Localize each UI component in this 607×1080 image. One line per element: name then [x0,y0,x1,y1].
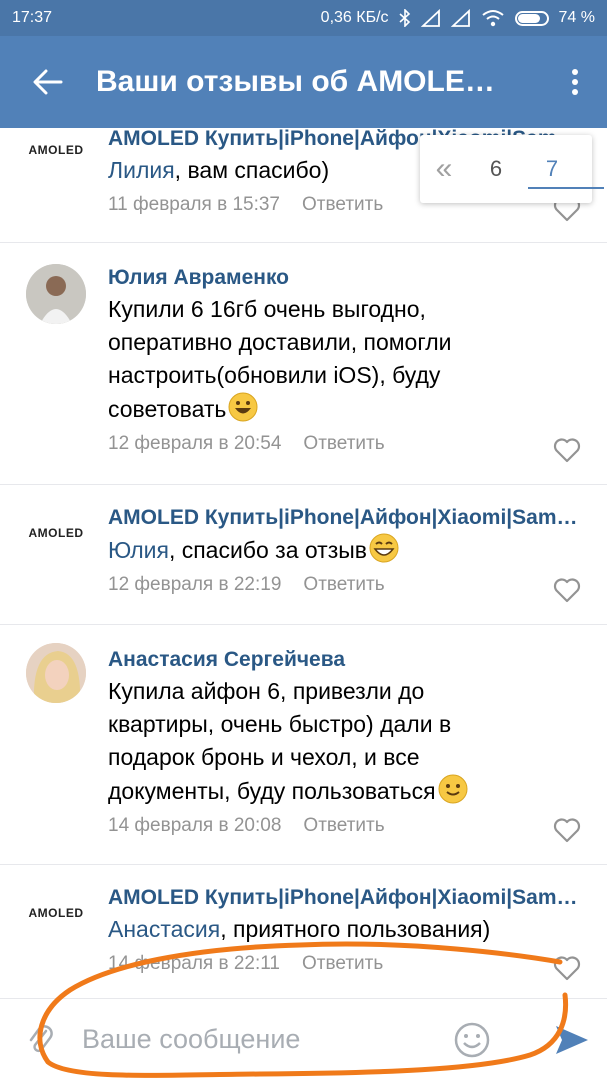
logo-text: AMOLED [28,143,84,157]
user-photo [26,264,86,324]
bluetooth-icon [398,9,410,27]
comment-item: Анастасия Сергейчева Купила айфон 6, при… [0,625,607,865]
comment-date: 11 февраля в 15:37 [108,194,281,215]
heart-icon[interactable] [553,955,581,981]
back-button[interactable] [0,36,96,128]
smiling-emoji-icon [228,392,258,422]
emoji-button[interactable] [442,999,502,1080]
page-title: Ваши отзывы об AMOLED Купить|iPhone|Айфо… [96,65,496,98]
user-photo [26,643,86,703]
send-button[interactable] [537,999,607,1080]
more-vertical-icon [572,69,578,95]
comment-text: Анастасия, приятного пользования) [108,916,491,942]
comment-item: AMOLED AMOLED Купить|iPhone|Айфон|Xiaomi… [0,485,607,625]
reply-button[interactable]: Ответить [302,190,383,220]
comment-author[interactable]: Анастасия Сергейчева [108,645,583,675]
heart-icon[interactable] [553,437,581,463]
comment-author[interactable]: Юлия Авраменко [108,263,583,293]
reply-button[interactable]: Ответить [303,429,384,459]
mention-link[interactable]: Юлия [108,537,169,563]
slight-smile-emoji-icon [438,774,468,804]
reply-button[interactable]: Ответить [303,811,384,841]
comment-author[interactable]: AMOLED Купить|iPhone|Айфон|Xiaomi|Samsun… [108,883,583,913]
reply-button[interactable]: Ответить [303,570,384,600]
community-avatar[interactable]: AMOLED [26,503,86,563]
mention-link[interactable]: Анастасия [108,916,220,942]
battery-percent: 74 % [558,9,595,26]
smile-icon [454,1022,490,1057]
logo-text: AMOLED [28,526,84,540]
comment-text: Юлия, спасибо за отзыв [108,533,583,567]
pager-page-current[interactable]: 7 [524,135,604,203]
wifi-icon [481,10,504,27]
comment-meta: 12 февраля в 20:54 Ответить [108,429,583,459]
comment-meta: 14 февраля в 20:08 Ответить [108,811,583,841]
more-menu-button[interactable] [543,36,607,128]
comment-text: Купила айфон 6, привезли до квартиры, оч… [108,675,488,808]
app-bar: Ваши отзывы об AMOLED Купить|iPhone|Айфо… [0,36,607,128]
network-speed: 0,36 КБ/с [320,9,389,26]
comment-date: 14 февраля в 22:11 [108,953,281,974]
comment-item: Юлия Авраменко Купили 6 16гб очень выгод… [0,243,607,485]
status-bar: 17:37 0,36 КБ/с 74 % [0,0,607,36]
community-avatar[interactable]: AMOLED [26,128,86,180]
heart-icon[interactable] [553,577,581,603]
comment-author[interactable]: AMOLED Купить|iPhone|Айфон|Xiaomi|Samsun… [108,503,583,533]
status-icons: 0,36 КБ/с 74 % [321,9,595,27]
reply-button[interactable]: Ответить [302,949,383,979]
heart-icon[interactable] [553,817,581,843]
community-avatar[interactable]: AMOLED [26,883,86,943]
message-composer [0,998,607,1080]
comments-feed[interactable]: AMOLED AMOLED Купить|iPhone|Айфон|Xiaomi… [0,128,607,998]
comment-meta: 12 февраля в 22:19 Ответить [108,570,583,600]
signal-icon-2 [450,9,470,27]
comment-date: 14 февраля в 20:08 [108,815,282,836]
paperclip-icon [29,1024,53,1052]
battery-icon [514,10,549,26]
pagination: « 6 7 [420,135,604,203]
status-time: 17:37 [12,9,53,26]
mention-link[interactable]: Лилия [108,157,175,183]
user-avatar[interactable] [26,264,86,324]
message-input[interactable] [82,1024,442,1055]
signal-icon [420,9,440,27]
pager-prev-button[interactable]: « [420,152,468,186]
pager-page[interactable]: 6 [468,135,524,203]
comment-text: Купили 6 16гб очень выгодно, оперативно … [108,296,452,422]
arrow-left-icon [33,69,63,95]
comment-date: 12 февраля в 20:54 [108,433,282,454]
user-avatar[interactable] [26,643,86,703]
comment-item: AMOLED AMOLED Купить|iPhone|Айфон|Xiaomi… [0,865,607,998]
send-icon [556,1025,588,1054]
comment-meta: 14 февраля в 22:11 Ответить [108,949,583,979]
attach-button[interactable] [0,999,82,1080]
comment-date: 12 февраля в 22:19 [108,574,282,595]
logo-text: AMOLED [28,906,84,920]
grinning-emoji-icon [369,533,399,563]
